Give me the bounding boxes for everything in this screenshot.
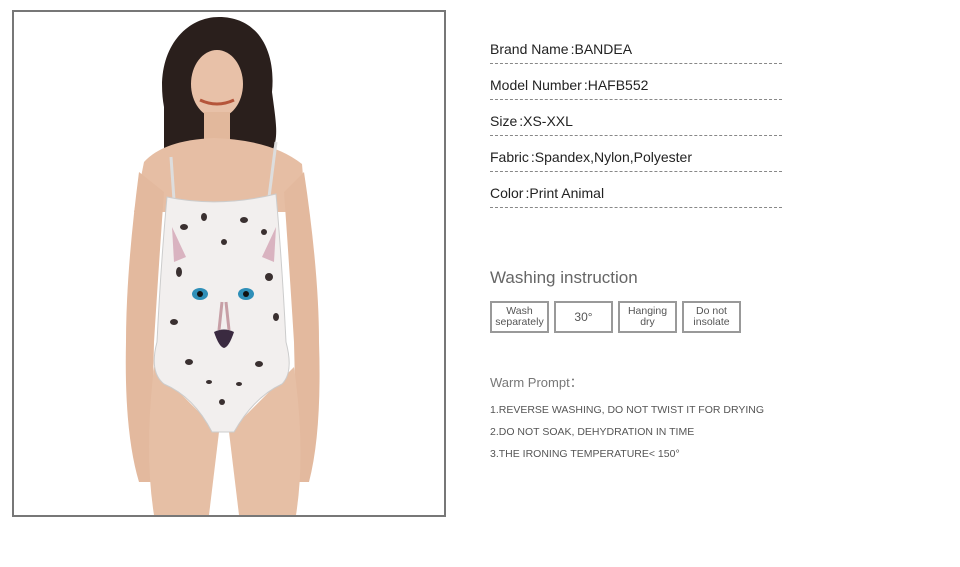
product-photo xyxy=(12,10,446,517)
warm-prompt-item: 2.DO NOT SOAK, DEHYDRATION IN TIME xyxy=(490,426,695,438)
washing-icons: Wash separately 30° Hanging dry Do not i… xyxy=(490,301,741,333)
spec-label: Brand Name xyxy=(490,41,569,57)
spec-row-color: Color : Print Animal xyxy=(490,172,782,208)
do-not-insolate-icon: Do not insolate xyxy=(682,301,741,333)
spec-value: Print Animal xyxy=(529,185,605,201)
swimsuit-model-illustration xyxy=(14,12,444,515)
hanging-dry-icon: Hanging dry xyxy=(618,301,677,333)
spec-row-fabric: Fabric: Spandex,Nylon,Polyester xyxy=(490,136,782,172)
wash-separately-icon: Wash separately xyxy=(490,301,549,333)
warm-prompt-title: Warm Prompt： xyxy=(490,375,583,390)
warm-prompt-list: 1.REVERSE WASHING, DO NOT TWIST IT FOR D… xyxy=(490,403,764,469)
warm-prompt-item: 1.REVERSE WASHING, DO NOT TWIST IT FOR D… xyxy=(490,404,765,416)
spec-row-brand: Brand Name: BANDEA xyxy=(490,28,782,64)
spec-value: BANDEA xyxy=(574,41,633,57)
spec-row-size: Size: XS-XXL xyxy=(490,100,782,136)
product-specs: Brand Name: BANDEA Model Number: HAFB552 S… xyxy=(490,28,782,208)
wash-temperature-icon: 30° xyxy=(554,301,613,333)
spec-value: HAFB552 xyxy=(587,77,649,93)
spec-label: Model Number xyxy=(490,77,582,93)
warm-prompt-item: 3.THE IRONING TEMPERATURE< 150° xyxy=(490,448,680,460)
spec-label: Color xyxy=(490,185,524,201)
spec-value: Spandex,Nylon,Polyester xyxy=(534,149,692,165)
spec-label: Size xyxy=(490,113,518,129)
spec-label: Fabric xyxy=(490,149,529,165)
washing-instruction-title: Washing instruction xyxy=(490,268,638,287)
spec-row-model-number: Model Number: HAFB552 xyxy=(490,64,782,100)
spec-value: XS-XXL xyxy=(523,113,573,129)
